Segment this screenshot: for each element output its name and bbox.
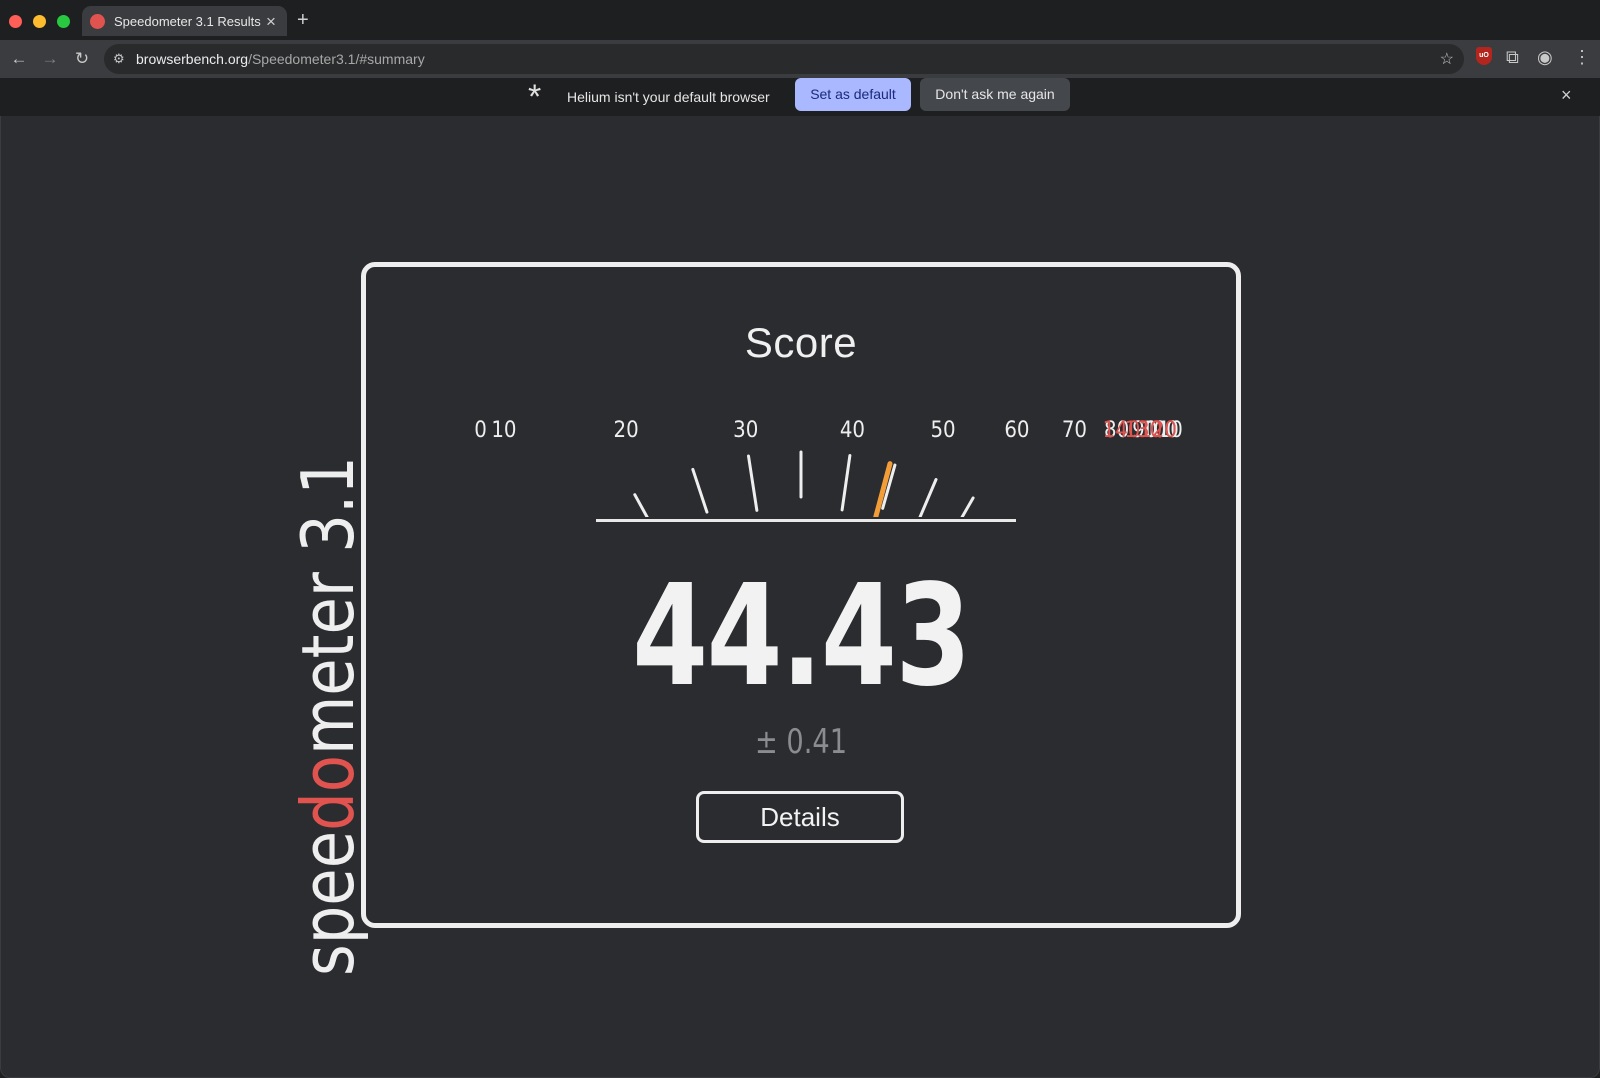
logo-suffix: meter (286, 572, 370, 755)
score-gauge: 0 10 20 30 40 50 60 70 80 90 100 110 120 130 140 (366, 397, 1236, 517)
forward-button[interactable]: → (39, 48, 61, 70)
window-zoom-button[interactable] (57, 15, 70, 28)
gauge-label-0: 0 (474, 418, 487, 443)
details-button[interactable]: Details (696, 791, 904, 843)
logo-prefix: spee (286, 831, 370, 976)
page-viewport: speedometer 3.1 Score 0 10 20 30 40 50 60 70 80 9… (0, 116, 1600, 1078)
bookmark-star-icon[interactable]: ☆ (1440, 49, 1454, 69)
gauge-tick-50 (918, 478, 938, 517)
speedometer-favicon-icon (90, 13, 105, 29)
reload-button[interactable]: ↻ (71, 48, 93, 70)
tab-strip: Speedometer 3.1 Results × + (0, 0, 1600, 40)
ublock-origin-icon[interactable]: uO (1476, 47, 1492, 65)
tab-close-icon[interactable]: × (263, 13, 279, 30)
gauge-tick-25 (691, 467, 709, 514)
infobar-message: Helium isn't your default browser (567, 89, 770, 105)
logo-version: 3.1 (286, 456, 370, 572)
gauge-label-10: 10 (491, 418, 516, 443)
gauge-divider (596, 519, 1016, 522)
toolbar: ← → ↻ ⚙ browserbench.org/Speedometer3.1/… (0, 40, 1600, 78)
url-path: /Speedometer3.1/#summary (248, 51, 425, 67)
speedometer-logo: speedometer 3.1 (281, 446, 371, 976)
url-host: browserbench.org (136, 51, 249, 67)
site-info-icon[interactable]: ⚙ (113, 51, 125, 67)
kebab-menu-icon[interactable]: ⋮ (1573, 47, 1591, 67)
new-tab-button[interactable]: + (297, 10, 309, 30)
gauge-label-30: 30 (733, 418, 758, 443)
back-button[interactable]: ← (8, 48, 30, 70)
score-card: Score 0 10 20 30 40 50 60 70 80 90 100 110 120 130 140… (361, 262, 1241, 928)
speedometer-logo-svg: speedometer 3.1 (286, 456, 370, 976)
url-text[interactable]: browserbench.org/Speedometer3.1/#summary (136, 51, 425, 67)
gauge-tick-55 (960, 496, 975, 517)
tab-speedometer-results[interactable]: Speedometer 3.1 Results × (82, 6, 287, 36)
address-bar[interactable]: ⚙ browserbench.org/Speedometer3.1/#summa… (104, 44, 1464, 74)
infobar-close-icon[interactable]: × (1561, 85, 1572, 106)
gauge-label-60: 60 (1004, 418, 1029, 443)
tab-title: Speedometer 3.1 Results (114, 13, 261, 29)
set-as-default-button[interactable]: Set as default (795, 78, 911, 111)
gauge-label-140: 140 (1103, 418, 1141, 443)
logo-accent: do (286, 755, 370, 831)
helium-asterisk-icon: * (528, 78, 542, 116)
window-close-button[interactable] (9, 15, 22, 28)
gauge-label-70: 70 (1062, 418, 1087, 443)
gauge-tick-40 (840, 453, 852, 512)
dont-ask-again-button[interactable]: Don't ask me again (920, 78, 1070, 111)
gauge-label-20: 20 (614, 418, 639, 443)
gauge-label-40: 40 (840, 418, 865, 443)
profile-icon[interactable]: ◉ (1537, 47, 1553, 67)
gauge-tick-20 (633, 493, 649, 517)
score-error: ± 0.41 (755, 722, 847, 762)
score-title: Score (744, 319, 858, 366)
gauge-tick-30 (746, 454, 759, 512)
window-minimize-button[interactable] (33, 15, 46, 28)
gauge-svg: 0 10 20 30 40 50 60 70 80 90100110120130140 (474, 418, 1183, 517)
gauge-label-50: 50 (930, 418, 955, 443)
default-browser-infobar: * Helium isn't your default browser Set … (0, 78, 1600, 116)
puzzle-icon[interactable]: ⧉ (1506, 47, 1519, 67)
svg-text:speedometer 3.1: speedometer 3.1 (286, 456, 370, 976)
score-value: 44.43 (632, 555, 971, 718)
